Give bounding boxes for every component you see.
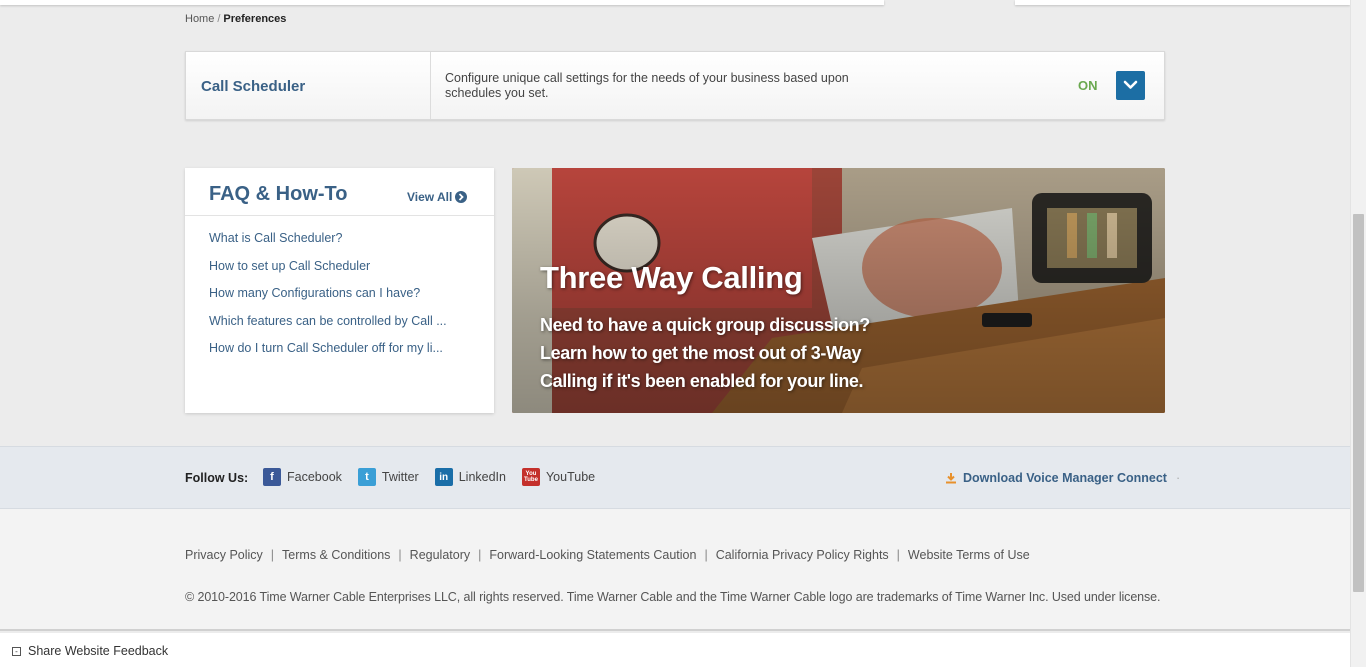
linkedin-label: LinkedIn: [458, 470, 506, 484]
three-way-calling-banner[interactable]: Three Way Calling Need to have a quick g…: [512, 168, 1165, 413]
follow-us-label: Follow Us:: [185, 471, 249, 485]
breadcrumb-home[interactable]: Home: [185, 13, 214, 25]
copyright-text: © 2010-2016 Time Warner Cable Enterprise…: [185, 590, 1161, 604]
share-feedback-label: Share Website Feedback: [28, 644, 169, 658]
top-nav-segment-right: [1015, 0, 1350, 5]
facebook-icon: f: [263, 468, 281, 486]
chevron-down-icon: [1123, 80, 1138, 89]
footer-links: Privacy Policy | Terms & Conditions | Regu…: [185, 548, 1030, 562]
download-label: Download Voice Manager Connect: [963, 471, 1167, 485]
view-all-link[interactable]: View All: [407, 190, 468, 204]
footer-link-terms[interactable]: Terms & Conditions: [282, 548, 390, 562]
faq-item[interactable]: How many Configurations can I have?: [209, 286, 464, 314]
facebook-link[interactable]: f Facebook: [263, 468, 342, 486]
footer-link-forward-looking[interactable]: Forward-Looking Statements Caution: [489, 548, 696, 562]
footer-link-regulatory[interactable]: Regulatory: [410, 548, 470, 562]
youtube-link[interactable]: You Tube YouTube: [521, 468, 596, 486]
footer: Privacy Policy | Terms & Conditions | Regu…: [0, 509, 1350, 631]
linkedin-link[interactable]: in LinkedIn: [434, 468, 506, 486]
footer-divider: |: [398, 548, 402, 562]
download-dot: ·: [1175, 471, 1181, 485]
faq-divider: [185, 215, 494, 216]
top-nav-strip: [0, 0, 1350, 6]
faq-item[interactable]: What is Call Scheduler?: [209, 231, 464, 259]
footer-link-california-privacy[interactable]: California Privacy Policy Rights: [716, 548, 889, 562]
faq-title: FAQ & How-To: [209, 183, 348, 205]
call-scheduler-status: ON: [1078, 78, 1098, 93]
scrollbar-thumb[interactable]: [1353, 214, 1364, 592]
faq-panel: FAQ & How-To View All What is Call Sched…: [185, 168, 494, 413]
faq-item[interactable]: How do I turn Call Scheduler off for my …: [209, 341, 464, 369]
breadcrumb-current: Preferences: [223, 13, 287, 25]
call-scheduler-title: Call Scheduler: [201, 78, 306, 95]
share-feedback-button[interactable]: - Share Website Feedback: [12, 644, 168, 658]
facebook-label: Facebook: [287, 470, 342, 484]
social-bar: Follow Us: f Facebook t Twitter in Linke…: [0, 446, 1350, 509]
call-scheduler-title-cell: Call Scheduler: [186, 52, 431, 119]
call-scheduler-panel: Call Scheduler Configure unique call set…: [185, 51, 1165, 120]
download-voice-manager-link[interactable]: Download Voice Manager Connect ·: [945, 471, 1180, 485]
faq-item[interactable]: How to set up Call Scheduler: [209, 259, 464, 287]
footer-divider: |: [704, 548, 708, 562]
linkedin-icon: in: [434, 468, 453, 486]
twitter-icon: t: [357, 468, 376, 486]
banner-body: Need to have a quick group discussion? L…: [540, 315, 870, 391]
banner-headline: Three Way Calling: [540, 260, 803, 295]
call-scheduler-description: Configure unique call settings for the n…: [445, 71, 849, 100]
twitter-label: Twitter: [381, 470, 419, 484]
footer-divider: |: [478, 548, 482, 562]
arrow-circle-right-icon: [455, 191, 468, 203]
youtube-label: YouTube: [545, 470, 596, 484]
footer-link-privacy-policy[interactable]: Privacy Policy: [185, 548, 263, 562]
footer-divider: |: [896, 548, 900, 562]
view-all-label: View All: [407, 190, 453, 204]
collapse-icon: -: [12, 646, 21, 656]
call-scheduler-expand-button[interactable]: [1116, 71, 1145, 100]
breadcrumb-separator: /: [217, 13, 221, 25]
breadcrumb: Home / Preferences: [185, 13, 286, 25]
feedback-bar: - Share Website Feedback: [0, 633, 1350, 667]
twitter-link[interactable]: t Twitter: [357, 468, 419, 486]
vertical-scrollbar[interactable]: [1350, 0, 1366, 667]
footer-divider: |: [270, 548, 275, 562]
social-links: f Facebook t Twitter in LinkedIn You Tub…: [263, 468, 595, 486]
faq-list: What is Call Scheduler? How to set up Ca…: [209, 231, 464, 369]
faq-item[interactable]: Which features can be controlled by Call…: [209, 314, 464, 342]
youtube-icon: You Tube: [521, 468, 540, 486]
top-nav-segment-left: [0, 0, 884, 5]
footer-link-website-terms[interactable]: Website Terms of Use: [908, 548, 1030, 562]
download-icon: [946, 473, 956, 484]
